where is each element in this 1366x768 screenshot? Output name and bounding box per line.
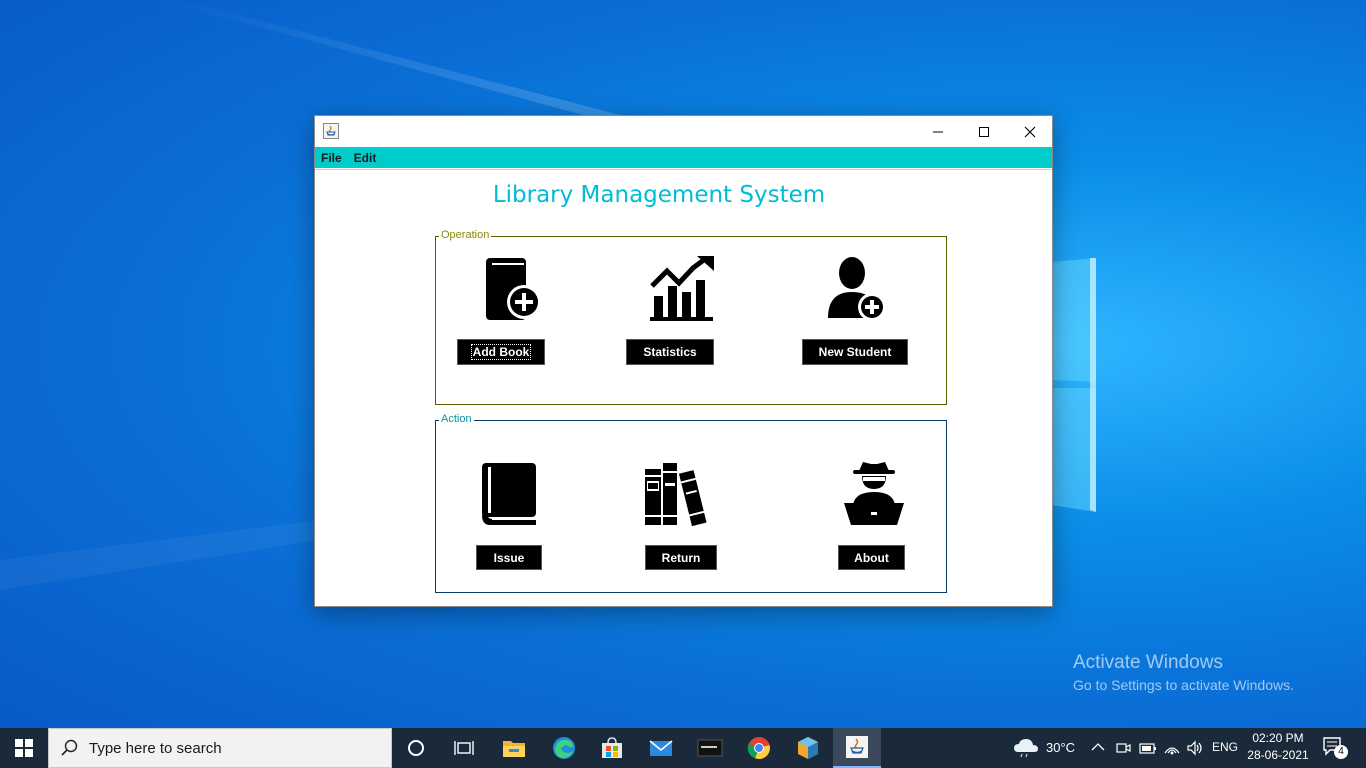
task-view-icon [454,741,474,755]
weather-temperature[interactable]: 30°C [1046,740,1075,755]
menu-file[interactable]: File [321,151,342,165]
notification-count-badge: 4 [1334,745,1348,759]
start-button[interactable] [0,728,48,768]
activation-watermark: Activate Windows Go to Settings to activ… [1073,652,1294,693]
mail-icon [649,740,673,756]
chevron-up-icon[interactable] [1091,742,1105,752]
books-stack-icon [645,463,707,527]
about-label: About [854,550,889,565]
statistics-button[interactable]: Statistics [626,339,714,365]
taskbar: Type here to search 30°C ENG 02:20 PM 28… [0,728,1366,768]
maximize-button[interactable] [961,116,1007,147]
volume-icon[interactable] [1186,740,1204,756]
wifi-icon[interactable] [1163,740,1181,756]
add-book-icon [486,258,541,320]
java-app-icon [323,123,339,139]
battery-icon[interactable] [1139,740,1157,756]
mail-button[interactable] [637,728,685,768]
language-indicator[interactable]: ENG [1212,740,1238,754]
return-label: Return [661,550,701,565]
add-book-label: Add Book [470,344,532,360]
menu-bar: File Edit [315,147,1052,168]
java-icon [846,736,868,758]
new-student-label: New Student [818,345,892,359]
new-student-button[interactable]: New Student [802,339,908,365]
chrome-icon [747,737,770,760]
app-window: File Edit Library Management System Oper… [314,115,1053,607]
title-bar[interactable] [315,116,1052,147]
edge-icon [553,737,575,759]
close-icon [1024,126,1036,137]
netbeans-icon [798,737,818,759]
notification-center-button[interactable]: 4 [1322,736,1348,760]
clock-date: 28-06-2021 [1247,748,1309,762]
add-book-button[interactable]: Add Book [457,339,545,365]
cortana-icon [408,740,424,756]
about-button[interactable]: About [838,545,905,570]
return-button[interactable]: Return [645,545,717,570]
search-placeholder: Type here to search [89,739,222,757]
store-icon [602,737,622,758]
add-user-icon [828,257,886,321]
java-app-taskbar-button[interactable] [833,728,881,768]
issue-label: Issue [493,550,525,565]
page-title: Library Management System [492,182,826,208]
operation-legend: Operation [439,229,492,241]
statistics-chart-icon [650,256,714,321]
hacker-laptop-icon [844,462,904,525]
chrome-button[interactable] [735,728,783,768]
menu-separator [315,169,1052,170]
clock-time: 02:20 PM [1252,731,1304,745]
file-explorer-button[interactable] [490,728,538,768]
closed-book-icon [482,463,536,525]
minimize-icon [933,131,943,132]
menu-edit[interactable]: Edit [354,151,377,165]
action-panel: Action Issue Return About [435,413,947,593]
weather-cloud-icon [1014,739,1038,758]
mysql-icon [697,739,723,757]
task-view-button[interactable] [440,728,488,768]
file-explorer-icon [503,741,525,757]
meet-now-icon[interactable] [1115,740,1131,756]
watermark-subtitle: Go to Settings to activate Windows. [1073,677,1294,693]
clock[interactable]: 02:20 PM 28-06-2021 [1240,730,1316,764]
mysql-button[interactable] [686,728,734,768]
edge-button[interactable] [540,728,588,768]
issue-button[interactable]: Issue [476,545,542,570]
netbeans-button[interactable] [784,728,832,768]
statistics-label: Statistics [643,345,697,359]
windows-logo-icon [15,739,33,757]
maximize-icon [979,126,989,137]
action-legend: Action [439,413,474,425]
store-button[interactable] [588,728,636,768]
close-button[interactable] [1007,116,1053,147]
minimize-button[interactable] [915,116,961,147]
watermark-title: Activate Windows [1073,652,1223,673]
cortana-button[interactable] [392,728,440,768]
search-box[interactable]: Type here to search [48,728,392,768]
operation-panel: Operation Add Book Statistics New Studen… [435,229,947,405]
search-icon [61,739,78,756]
